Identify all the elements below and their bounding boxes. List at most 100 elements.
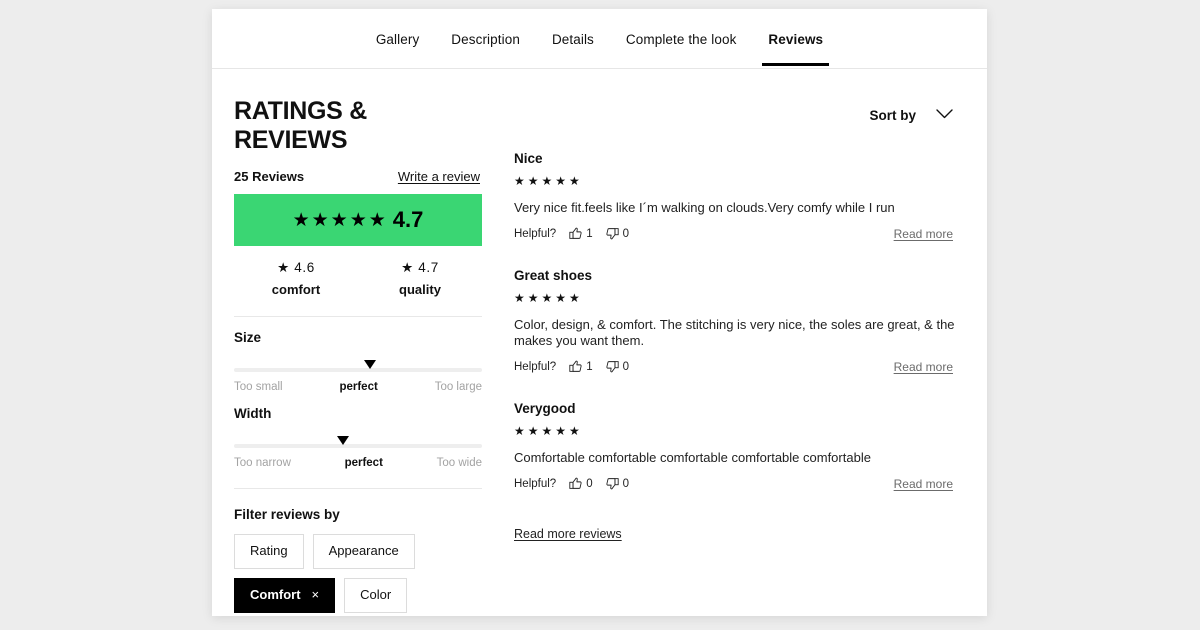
thumbs-down-button[interactable]: 0 xyxy=(606,227,629,240)
filter-chip-rating[interactable]: Rating xyxy=(234,534,304,569)
review-title: Nice xyxy=(514,151,965,166)
thumbs-down-button[interactable]: 0 xyxy=(606,477,629,490)
slider-track xyxy=(234,368,482,372)
nav-tab-details[interactable]: Details xyxy=(536,13,610,65)
fit-slider-size: Size Too small perfect Too large xyxy=(234,330,482,393)
thumbs-up-count: 1 xyxy=(586,228,592,240)
overall-rating-score: 4.7 xyxy=(393,209,424,231)
sort-by-label: Sort by xyxy=(869,108,916,123)
slider-title: Size xyxy=(234,330,482,345)
chip-label: Color xyxy=(360,588,391,603)
slider-track-wrap xyxy=(234,444,482,448)
review-body: Comfortable comfortable comfortable comf… xyxy=(514,450,965,467)
thumbs-up-count: 1 xyxy=(586,361,592,373)
nav-tab-description[interactable]: Description xyxy=(435,13,536,65)
review-footer: Helpful? 1 xyxy=(514,360,965,374)
read-more-link[interactable]: Read more xyxy=(894,227,953,241)
review-count: 25 Reviews xyxy=(234,169,304,184)
nav-tab-gallery[interactable]: Gallery xyxy=(360,13,435,65)
thumbs-down-count: 0 xyxy=(623,361,629,373)
review-footer: Helpful? 1 xyxy=(514,227,965,241)
nav-tab-label: Details xyxy=(552,32,594,47)
slider-labels: Too small perfect Too large xyxy=(234,381,482,393)
chip-label: Rating xyxy=(250,544,288,559)
chip-label: Comfort xyxy=(250,588,301,603)
nav-tab-complete-the-look[interactable]: Complete the look xyxy=(610,13,753,65)
review-item: Nice ★★★★★ Very nice fit.feels like I´m … xyxy=(514,151,965,241)
filter-chip-group: Rating Appearance Comfort × Color Qualit… xyxy=(234,534,482,616)
slider-mid-label: perfect xyxy=(345,457,383,469)
subrating-label: quality xyxy=(358,282,482,297)
slider-track-wrap xyxy=(234,368,482,372)
review-star-rating: ★★★★★ xyxy=(514,424,965,438)
overall-rating-banner: ★★★★★ 4.7 xyxy=(234,194,482,246)
overall-star-icons: ★★★★★ xyxy=(293,211,388,230)
filter-section-title: Filter reviews by xyxy=(234,507,482,522)
product-section-nav: Gallery Description Details Complete the… xyxy=(212,9,987,69)
sort-control[interactable]: Sort by xyxy=(514,106,965,124)
thumbs-up-icon xyxy=(569,477,582,490)
subrating-quality: ★ 4.7 quality xyxy=(358,260,482,297)
subrating-comfort: ★ 4.6 comfort xyxy=(234,260,358,297)
page-title: RATINGS & REVIEWS xyxy=(234,97,482,155)
thumbs-up-button[interactable]: 0 xyxy=(569,477,592,490)
chevron-down-icon[interactable] xyxy=(936,106,953,124)
thumbs-down-button[interactable]: 0 xyxy=(606,360,629,373)
divider xyxy=(234,488,482,489)
thumbs-down-icon xyxy=(606,360,619,373)
read-more-reviews-link[interactable]: Read more reviews xyxy=(514,527,622,541)
close-icon[interactable]: × xyxy=(312,588,320,603)
read-more-link[interactable]: Read more xyxy=(894,360,953,374)
subrating-number: 4.6 xyxy=(294,260,315,275)
review-star-rating: ★★★★★ xyxy=(514,291,965,305)
slider-title: Width xyxy=(234,406,482,421)
review-body: Color, design, & comfort. The stitching … xyxy=(514,317,965,350)
slider-marker-icon xyxy=(337,436,349,445)
reviews-list-column: Sort by Nice ★★★★★ Very nice fit.feels l… xyxy=(482,97,965,616)
slider-track xyxy=(234,444,482,448)
review-body: Very nice fit.feels like I´m walking on … xyxy=(514,200,965,217)
nav-tab-label: Complete the look xyxy=(626,32,737,47)
review-title: Verygood xyxy=(514,401,965,416)
review-item: Verygood ★★★★★ Comfortable comfortable c… xyxy=(514,401,965,491)
review-count-row: 25 Reviews Write a review xyxy=(234,169,482,184)
nav-tab-label: Reviews xyxy=(768,32,823,47)
chip-label: Appearance xyxy=(329,544,399,559)
subrating-value: ★ 4.6 xyxy=(234,260,358,276)
star-icon: ★ xyxy=(401,260,414,275)
star-icon: ★ xyxy=(277,260,290,275)
product-reviews-card: Gallery Description Details Complete the… xyxy=(212,9,987,616)
filter-chip-appearance[interactable]: Appearance xyxy=(313,534,415,569)
filter-chip-color[interactable]: Color xyxy=(344,578,407,613)
thumbs-up-button[interactable]: 1 xyxy=(569,227,592,240)
review-title: Great shoes xyxy=(514,268,965,283)
review-footer: Helpful? 0 xyxy=(514,477,965,491)
helpful-label: Helpful? xyxy=(514,478,556,490)
write-a-review-link[interactable]: Write a review xyxy=(398,169,480,184)
slider-max-label: Too wide xyxy=(437,457,482,469)
slider-min-label: Too narrow xyxy=(234,457,291,469)
subratings-row: ★ 4.6 comfort ★ 4.7 quality xyxy=(234,260,482,297)
helpful-label: Helpful? xyxy=(514,361,556,373)
thumbs-down-icon xyxy=(606,227,619,240)
nav-tab-label: Description xyxy=(451,32,520,47)
thumbs-up-button[interactable]: 1 xyxy=(569,360,592,373)
thumbs-up-count: 0 xyxy=(586,478,592,490)
filter-chip-comfort[interactable]: Comfort × xyxy=(234,578,335,613)
nav-tab-reviews[interactable]: Reviews xyxy=(752,13,839,65)
subrating-label: comfort xyxy=(234,282,358,297)
ratings-summary-column: RATINGS & REVIEWS 25 Reviews Write a rev… xyxy=(234,97,482,616)
thumbs-up-icon xyxy=(569,227,582,240)
read-more-link[interactable]: Read more xyxy=(894,477,953,491)
nav-tab-label: Gallery xyxy=(376,32,419,47)
thumbs-down-count: 0 xyxy=(623,478,629,490)
thumbs-down-icon xyxy=(606,477,619,490)
subrating-value: ★ 4.7 xyxy=(358,260,482,276)
subrating-number: 4.7 xyxy=(418,260,439,275)
thumbs-up-icon xyxy=(569,360,582,373)
reviews-section: RATINGS & REVIEWS 25 Reviews Write a rev… xyxy=(212,69,987,616)
helpful-label: Helpful? xyxy=(514,228,556,240)
fit-slider-width: Width Too narrow perfect Too wide xyxy=(234,406,482,469)
slider-max-label: Too large xyxy=(435,381,482,393)
review-star-rating: ★★★★★ xyxy=(514,174,965,188)
